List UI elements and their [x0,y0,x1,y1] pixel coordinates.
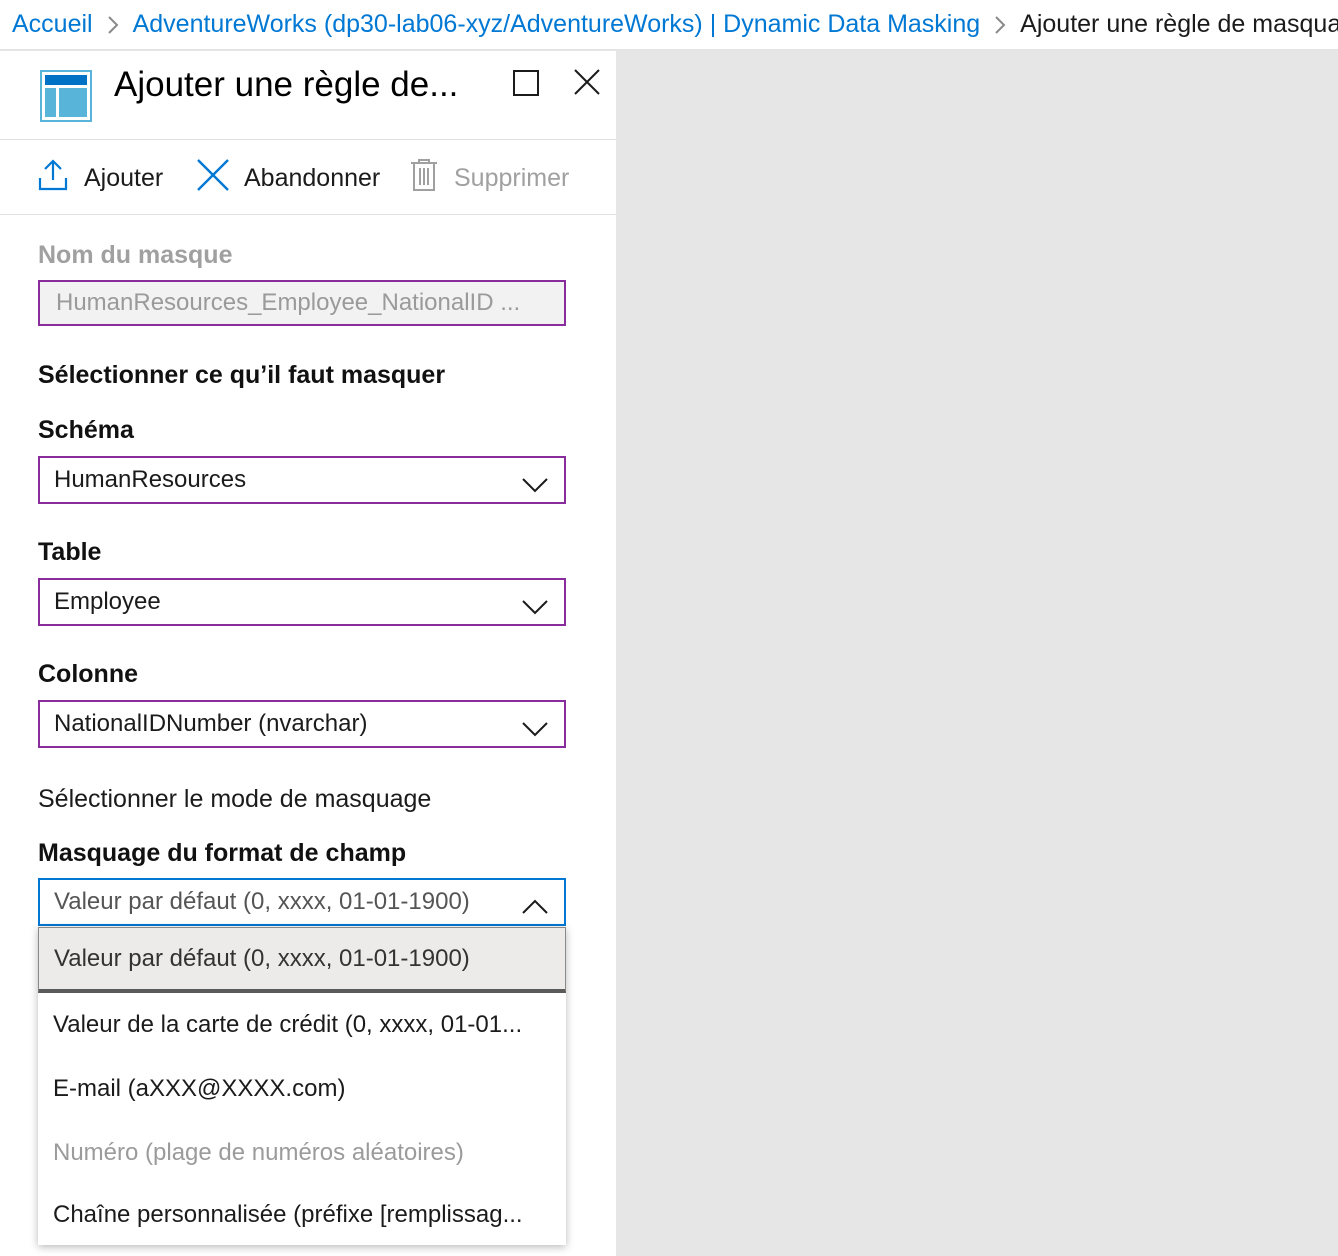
close-x-icon [196,158,230,199]
schema-select[interactable]: HumanResources [38,456,566,504]
breadcrumb-home-link[interactable]: Accueil [12,10,93,39]
chevron-up-icon [522,894,548,922]
command-bar: Ajouter Abandonner Supprimer [0,141,616,215]
upload-icon [38,158,68,199]
schema-label: Schéma [38,416,134,444]
chevron-right-icon [107,15,119,35]
column-select-value: NationalIDNumber (nvarchar) [54,710,368,737]
breadcrumb: Accueil AdventureWorks (dp30-lab06-xyz/A… [0,0,1338,50]
dropdown-option-default[interactable]: Valeur par défaut (0, xxxx, 01-01-1900) [38,927,566,993]
schema-select-value: HumanResources [54,466,247,493]
field-format-dropdown-list: Valeur par défaut (0, xxxx, 01-01-1900) … [38,927,566,1245]
delete-button[interactable]: Supprimer [410,141,569,215]
table-select[interactable]: Employee [38,578,566,626]
blade-title: Ajouter une règle de... [114,65,459,104]
select-what-to-mask-heading: Sélectionner ce qu’il faut masquer [38,361,446,389]
add-button-label: Ajouter [84,163,164,192]
column-select[interactable]: NationalIDNumber (nvarchar) [38,700,566,748]
dropdown-option-email[interactable]: E-mail (aXXX@XXXX.com) [38,1057,566,1121]
field-format-select[interactable]: Valeur par défaut (0, xxxx, 01-01-1900) [38,878,566,926]
select-mask-mode-heading: Sélectionner le mode de masquage [38,785,432,813]
dropdown-option-custom-string[interactable]: Chaîne personnalisée (préfixe [remplissa… [38,1185,566,1245]
maximize-icon[interactable] [512,69,540,102]
chevron-down-icon [522,594,548,622]
breadcrumb-parent-link[interactable]: AdventureWorks (dp30-lab06-xyz/Adventure… [133,10,981,39]
column-label: Colonne [38,660,138,688]
mask-name-input[interactable]: HumanResources_Employee_NationalID ... [38,280,566,326]
chevron-right-icon [994,15,1006,35]
discard-button[interactable]: Abandonner [196,141,380,215]
close-icon[interactable] [573,68,601,101]
chevron-down-icon [522,716,548,744]
field-format-label: Masquage du format de champ [38,839,407,867]
table-icon [40,70,92,127]
breadcrumb-current: Ajouter une règle de masquage [1020,10,1338,38]
trash-icon [410,158,438,199]
mask-name-label: Nom du masque [38,241,233,269]
table-label: Table [38,538,102,566]
field-format-select-value: Valeur par défaut (0, xxxx, 01-01-1900) [54,888,470,915]
blade-header: Ajouter une règle de... [0,51,616,140]
add-mask-rule-blade: Ajouter une règle de... Ajouter Abandonn… [0,51,616,1256]
add-button[interactable]: Ajouter [38,141,163,215]
dropdown-option-credit-card[interactable]: Valeur de la carte de crédit (0, xxxx, 0… [38,993,566,1057]
delete-button-label: Supprimer [454,163,570,192]
chevron-down-icon [522,472,548,500]
table-select-value: Employee [54,588,161,615]
dropdown-option-number: Numéro (plage de numéros aléatoires) [53,1139,464,1166]
discard-button-label: Abandonner [244,163,381,192]
